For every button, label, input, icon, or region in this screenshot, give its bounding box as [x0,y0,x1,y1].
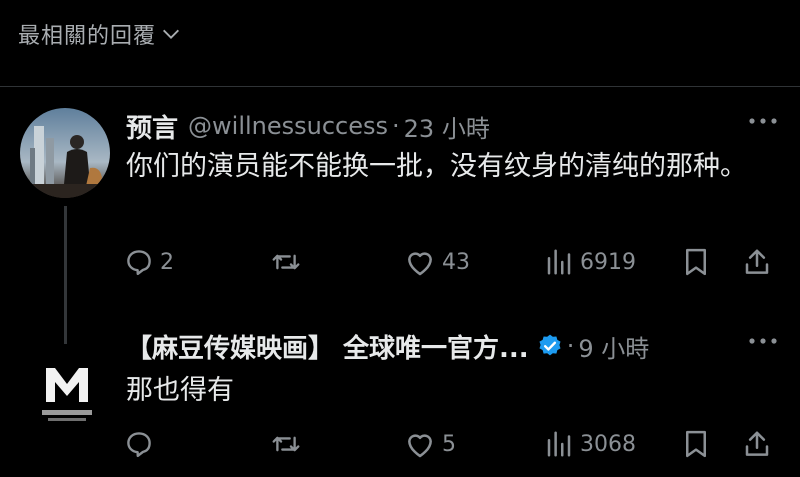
sort-label: 最相關的回覆 [18,24,157,49]
repost-button[interactable] [270,247,308,277]
avatar[interactable] [24,344,110,430]
share-button[interactable] [742,429,772,459]
reply-text: 那也得有 [126,375,234,406]
display-name[interactable]: 【麻豆传媒映画】 全球唯一官方... [126,328,529,365]
analytics-icon [544,429,574,459]
reply-header: 预言 @willnessuccess · 23 小時 [126,108,490,144]
reply-button[interactable] [124,429,160,459]
reply-count: 2 [160,249,174,275]
analytics-icon [544,247,574,277]
display-name[interactable]: 预言 [126,108,178,145]
timestamp[interactable]: 9 小時 [578,329,649,364]
bookmark-icon [682,429,710,459]
user-handle[interactable]: @willnessuccess [188,112,388,140]
views-button[interactable]: 3068 [544,429,636,459]
heart-icon [404,247,436,277]
share-icon [742,247,772,277]
chevron-down-icon [160,23,182,45]
action-bar: 2 43 6919 [124,242,778,282]
bookmark-button[interactable] [682,247,710,277]
more-options-icon[interactable] [748,336,778,346]
separator-dot: · [392,112,400,140]
share-button[interactable] [742,247,772,277]
sort-dropdown[interactable]: 最相關的回覆 [18,14,182,54]
more-options-icon[interactable] [748,116,778,126]
views-button[interactable]: 6919 [544,247,636,277]
share-icon [742,429,772,459]
repost-icon [270,429,302,459]
verified-badge-icon [537,333,563,359]
like-button[interactable]: 5 [404,429,456,459]
reply-button[interactable]: 2 [124,247,174,277]
like-count: 5 [442,431,456,457]
views-count: 3068 [580,431,636,457]
like-count: 43 [442,249,470,275]
bookmark-button[interactable] [682,429,710,459]
reply-icon [124,247,154,277]
heart-icon [404,429,436,459]
avatar[interactable] [20,108,110,198]
repost-button[interactable] [270,429,308,459]
like-button[interactable]: 43 [404,247,470,277]
repost-icon [270,247,302,277]
timestamp[interactable]: 23 小時 [404,109,490,144]
reply-icon [124,429,154,459]
views-count: 6919 [580,249,636,275]
separator-dot: · [566,332,575,360]
divider [0,86,800,87]
action-bar: 5 3068 [124,424,778,464]
reply-text: 你们的演员能不能换一批，没有纹身的清纯的那种。 [126,151,747,182]
bookmark-icon [682,247,710,277]
reply-header: 【麻豆传媒映画】 全球唯一官方... · 9 小時 [126,328,649,364]
